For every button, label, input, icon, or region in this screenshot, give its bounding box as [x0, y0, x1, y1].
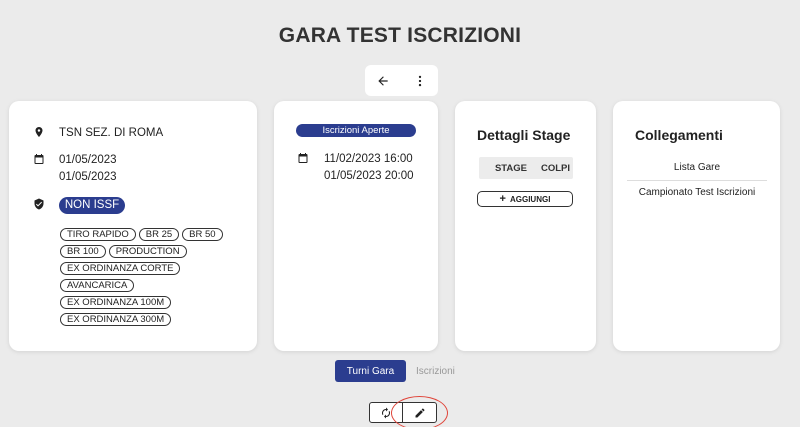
link-lista-gare[interactable]: Lista Gare — [627, 162, 767, 173]
header-toolbar — [365, 65, 438, 96]
date-start: 01/05/2023 — [59, 154, 117, 166]
calendar-icon — [298, 153, 308, 163]
stage-title: Dettagli Stage — [477, 127, 571, 143]
discipline-tags: TIRO RAPIDO BR 25 BR 50 BR 100 PRODUCTIO… — [60, 228, 250, 330]
stage-table-header: STAGE COLPI — [479, 157, 573, 179]
back-button[interactable] — [369, 67, 397, 95]
colpi-column-header: COLPI — [540, 162, 570, 174]
more-vertical-icon — [418, 75, 421, 86]
tab-iscrizioni[interactable]: Iscrizioni — [416, 366, 455, 377]
category-badge: NON ISSF — [59, 197, 125, 214]
plus-icon: + — [499, 193, 506, 205]
discipline-tag: AVANCARICA — [60, 279, 135, 292]
shield-check-icon — [34, 198, 44, 210]
arrow-left-icon — [378, 75, 388, 86]
discipline-tag: EX ORDINANZA 300M — [60, 313, 172, 326]
stage-column-header: STAGE — [494, 162, 527, 174]
section-tabs: Turni Gara Iscrizioni — [335, 360, 455, 382]
discipline-tag: BR 100 — [60, 245, 106, 258]
page-title: GARA TEST ISCRIZIONI — [278, 24, 522, 47]
date-end: 01/05/2023 — [59, 171, 117, 183]
iscrizioni-status-badge: Iscrizioni Aperte — [296, 124, 416, 137]
location-row: TSN SEZ. DI ROMA — [33, 125, 163, 142]
location-text: TSN SEZ. DI ROMA — [59, 127, 164, 139]
links-title: Collegamenti — [635, 127, 723, 143]
links-card: Collegamenti Lista Gare Campionato Test … — [613, 101, 780, 351]
tab-turni-gara[interactable]: Turni Gara — [335, 360, 406, 382]
add-stage-button[interactable]: + AGGIUNGI — [477, 191, 573, 207]
location-pin-icon — [35, 127, 43, 137]
venue-card: TSN SEZ. DI ROMA 01/05/2023 01/05/2023 N… — [9, 101, 257, 351]
calendar-icon — [34, 154, 44, 164]
iscrizioni-card: Iscrizioni Aperte 11/02/2023 16:00 01/05… — [274, 101, 438, 351]
iscrizioni-dates-row: 11/02/2023 16:00 01/05/2023 20:00 — [297, 151, 414, 185]
category-row: NON ISSF — [33, 197, 125, 214]
discipline-tag: BR 50 — [182, 228, 223, 241]
dates-row: 01/05/2023 01/05/2023 — [33, 152, 117, 186]
discipline-tag: EX ORDINANZA CORTE — [60, 262, 181, 275]
iscrizioni-open: 11/02/2023 16:00 — [324, 153, 413, 165]
link-campionato[interactable]: Campionato Test Iscrizioni — [627, 187, 767, 198]
iscrizioni-close: 01/05/2023 20:00 — [324, 170, 414, 182]
discipline-tag: PRODUCTION — [108, 245, 187, 258]
add-stage-label: AGGIUNGI — [509, 194, 551, 204]
stage-card: Dettagli Stage STAGE COLPI + AGGIUNGI — [455, 101, 596, 351]
discipline-tag: BR 25 — [138, 228, 180, 241]
more-menu-button[interactable] — [406, 67, 434, 95]
annotation-circle — [391, 396, 448, 427]
discipline-tag: EX ORDINANZA 100M — [60, 296, 172, 309]
link-divider — [627, 180, 767, 181]
discipline-tag: TIRO RAPIDO — [60, 228, 136, 241]
